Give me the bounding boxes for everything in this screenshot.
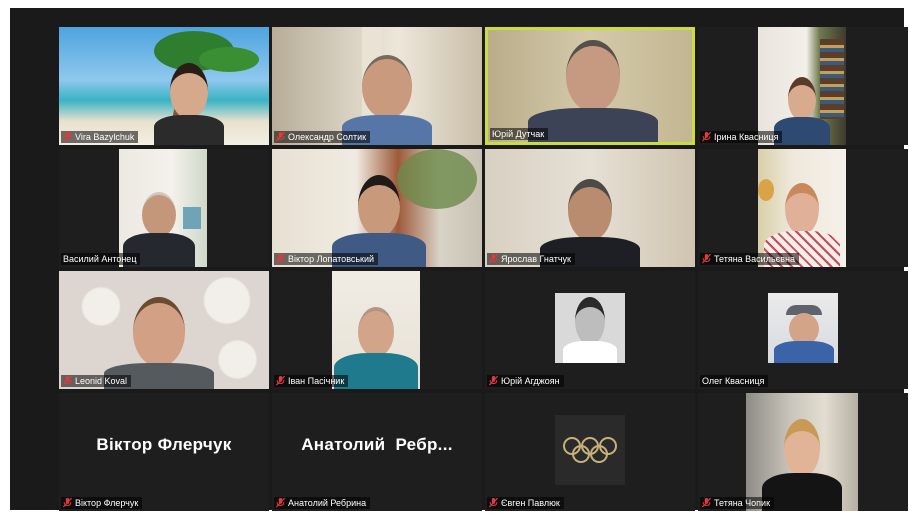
participant-video — [59, 27, 269, 145]
video-tile[interactable]: Олександр Солтик — [272, 27, 482, 145]
video-tile[interactable]: Тетяна Васильєвна — [698, 149, 908, 267]
mic-off-icon — [63, 132, 72, 142]
participant-name-tag: Ірина Квасниця — [700, 131, 783, 143]
participant-name-tag: Олександр Солтик — [274, 131, 371, 143]
participant-name-tag: Тетяна Васильєвна — [700, 253, 799, 265]
participant-video — [698, 393, 908, 511]
participant-name: Vira Bazylchuk — [75, 132, 135, 142]
participant-name-tag: Leonid Koval — [61, 375, 132, 387]
participant-name-tag: Віктор Флерчук — [61, 497, 143, 509]
video-tile[interactable]: Юрій Агджоян — [485, 271, 695, 389]
participant-name: Олег Квасниця — [702, 376, 765, 386]
participant-name-tag: Василий Антонец — [61, 253, 141, 265]
mic-off-icon — [276, 132, 285, 142]
participant-name-tag: Юрій Агджоян — [487, 375, 564, 387]
mic-off-icon — [489, 498, 498, 508]
participant-avatar — [555, 415, 625, 485]
olympic-rings-icon — [563, 437, 617, 463]
participant-name: Юрій Агджоян — [501, 376, 560, 386]
video-tile[interactable]: Олег Квасниця — [698, 271, 908, 389]
participant-name: Василий Антонец — [63, 254, 137, 264]
participant-name: Віктор Флерчук — [75, 498, 139, 508]
participant-name: Тетяна Васильєвна — [714, 254, 795, 264]
video-tile[interactable]: Віктор Флерчук Віктор Флерчук — [59, 393, 269, 511]
video-grid: Vira Bazylchuk Олександр Солтик Юрій Дут… — [10, 8, 908, 511]
participant-video — [698, 27, 908, 145]
participant-name: Юрій Дутчак — [492, 129, 545, 139]
participant-avatar — [768, 293, 838, 363]
participant-name: Ярослав Гнатчук — [501, 254, 571, 264]
participant-name-tag: Тетяна Чопик — [700, 497, 775, 509]
participant-name-tag: Vira Bazylchuk — [61, 131, 139, 143]
participant-name: Анатолий Ребрина — [288, 498, 367, 508]
video-tile[interactable]: Ірина Квасниця — [698, 27, 908, 145]
participant-name: Віктор Лопатовський — [288, 254, 375, 264]
participant-name: Leonid Koval — [75, 376, 128, 386]
mic-off-icon — [489, 376, 498, 386]
participant-name-tag: Ярослав Гнатчук — [487, 253, 575, 265]
participant-name-tag: Іван Пасічник — [274, 375, 349, 387]
mic-off-icon — [702, 132, 711, 142]
video-tile[interactable]: Василий Антонец — [59, 149, 269, 267]
participant-video — [59, 149, 269, 267]
participant-video — [488, 30, 692, 142]
participant-avatar — [555, 293, 625, 363]
participant-video — [59, 271, 269, 389]
participant-video — [272, 27, 482, 145]
video-tile[interactable]: Євген Павлюк — [485, 393, 695, 511]
video-tile[interactable]: Іван Пасічник — [272, 271, 482, 389]
mic-off-icon — [276, 498, 285, 508]
video-tile[interactable]: Тетяна Чопик — [698, 393, 908, 511]
participant-name: Ірина Квасниця — [714, 132, 779, 142]
mic-off-icon — [276, 254, 285, 264]
participant-name: Тетяна Чопик — [714, 498, 771, 508]
mic-off-icon — [63, 498, 72, 508]
participant-video — [272, 271, 482, 389]
mic-off-icon — [702, 498, 711, 508]
participant-display-name: Віктор Флерчук — [96, 435, 232, 454]
mic-off-icon — [702, 254, 711, 264]
participant-video — [485, 149, 695, 267]
video-tile[interactable]: Віктор Лопатовський — [272, 149, 482, 267]
video-tile[interactable]: Leonid Koval — [59, 271, 269, 389]
participant-display-name: Анатолий Ребр... — [301, 435, 453, 454]
participant-name: Іван Пасічник — [288, 376, 345, 386]
mic-off-icon — [63, 376, 72, 386]
mic-off-icon — [489, 254, 498, 264]
video-tile[interactable]: Анатолий Ребр... Анатолий Ребрина — [272, 393, 482, 511]
participant-name-tag: Віктор Лопатовський — [274, 253, 379, 265]
video-tile-active-speaker[interactable]: Юрій Дутчак — [485, 27, 695, 145]
video-tile[interactable]: Ярослав Гнатчук — [485, 149, 695, 267]
participant-name-tag: Юрій Дутчак — [490, 128, 549, 140]
participant-video — [698, 149, 908, 267]
participant-video — [272, 149, 482, 267]
mic-off-icon — [276, 376, 285, 386]
participant-name-tag: Олег Квасниця — [700, 375, 769, 387]
participant-name: Євген Павлюк — [501, 498, 560, 508]
participant-name-tag: Євген Павлюк — [487, 497, 564, 509]
participant-name: Олександр Солтик — [288, 132, 367, 142]
participant-name-tag: Анатолий Ребрина — [274, 497, 371, 509]
video-tile[interactable]: Vira Bazylchuk — [59, 27, 269, 145]
